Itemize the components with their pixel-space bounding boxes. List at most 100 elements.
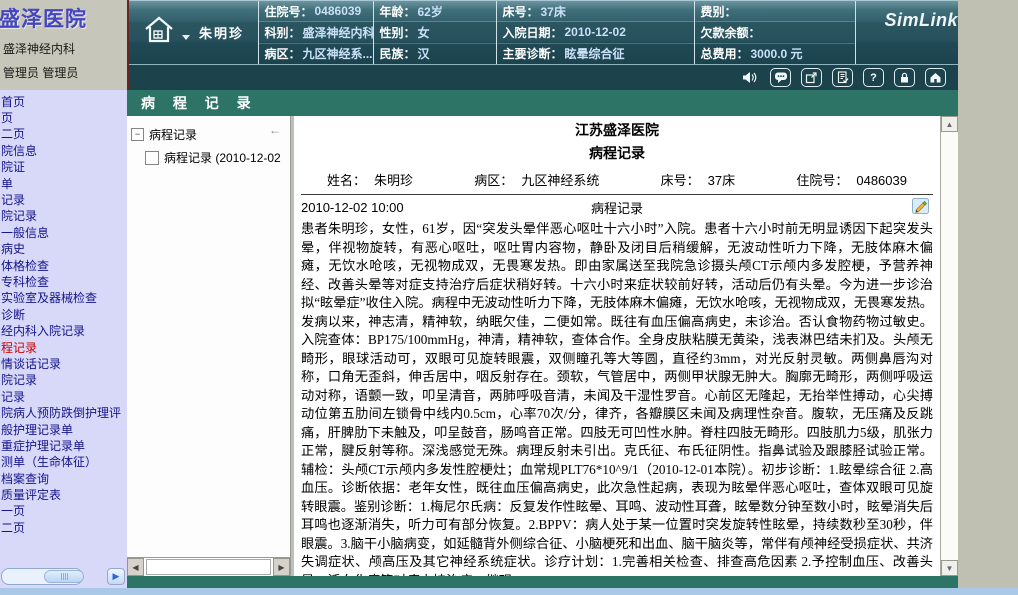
field-label: 姓名： — [327, 173, 366, 188]
patient-field-value: 37床 — [541, 3, 566, 20]
lock-icon[interactable] — [894, 68, 915, 87]
patient-field: 科别：盛泽神经内科 — [259, 22, 373, 43]
patient-name-tab: 朱明珍 — [199, 23, 244, 42]
home-nav-button[interactable]: 朱明珍 — [129, 1, 258, 64]
sidebar-item[interactable]: 记录 — [1, 191, 127, 207]
sidebar-item[interactable]: 记录 — [1, 388, 127, 404]
content-area: ← − 病程记录 病程记录 (2010-12-02 ◀ ▶ 江苏盛泽医院 — [127, 116, 958, 576]
sidebar-item[interactable]: 一页 — [1, 503, 127, 519]
sidebar-scroll-track[interactable] — [1, 568, 83, 585]
sidebar-item[interactable]: 院信息 — [1, 142, 127, 158]
patient-field-label: 科别： — [264, 24, 300, 41]
window-bottom-strip — [0, 588, 1018, 595]
scroll-down-icon[interactable]: ▼ — [941, 560, 958, 576]
speaker-icon[interactable] — [738, 68, 760, 87]
patient-field-value: 眩晕综合征 — [565, 45, 625, 62]
patient-field: 欠款余额： — [695, 22, 855, 43]
field-value: 九区神经系统 — [521, 173, 599, 188]
sidebar-item[interactable]: 档案查询 — [1, 470, 127, 486]
patient-field-label: 民族： — [379, 45, 415, 62]
info-column-2: 年龄：62岁 性别：女 民族：汉 — [374, 1, 497, 64]
sidebar-item[interactable]: 二页 — [1, 126, 127, 142]
sidebar-scroll-thumb[interactable] — [44, 570, 84, 583]
tree-root-node[interactable]: − 病程记录 — [131, 126, 288, 143]
sidebar-item[interactable]: 般护理记录单 — [1, 421, 127, 437]
patient-field-label: 性别： — [379, 24, 415, 41]
bottom-green-bar — [127, 576, 958, 588]
document-vscrollbar[interactable]: ▲ ▼ — [940, 116, 958, 576]
tree-checkbox[interactable] — [145, 151, 159, 165]
sidebar-item[interactable]: 体格检查 — [1, 257, 127, 273]
tree-scroll-track[interactable] — [146, 559, 271, 575]
chevron-down-icon — [182, 35, 190, 40]
field-label: 床号： — [661, 173, 700, 188]
sidebar-item[interactable]: 实验室及器械检查 — [1, 290, 127, 306]
document-patient-field: 住院号：0486039 — [796, 170, 907, 189]
patient-field-value: 女 — [418, 24, 430, 41]
sidebar-item[interactable]: 首页 — [1, 93, 127, 109]
sidebar-item[interactable]: 院病人预防跌倒护理评 — [1, 404, 127, 420]
scroll-right-icon[interactable]: ▶ — [107, 568, 125, 585]
patient-field-label: 入院日期： — [502, 24, 562, 41]
record-title: 病程记录 — [301, 198, 933, 217]
info-column-1: 住院号：0486039 科别：盛泽神经内科 病区：九区神经系... — [259, 1, 374, 64]
document-panel: 江苏盛泽医院 病程记录 姓名：朱明珍 病区：九区神经系统 床号：37 — [294, 116, 940, 576]
patient-field-label: 费别： — [700, 3, 736, 20]
scroll-right-icon[interactable]: ▶ — [273, 558, 290, 576]
patient-field-value: 0486039 — [315, 4, 362, 18]
scroll-left-icon[interactable]: ◀ — [127, 558, 144, 576]
sidebar-item[interactable]: 经内科入院记录 — [1, 322, 127, 338]
sidebar-item[interactable]: 院记录 — [1, 208, 127, 224]
sidebar-item[interactable]: 情谈话记录 — [1, 355, 127, 371]
patient-field-value: 62岁 — [418, 3, 443, 20]
patient-field: 住院号：0486039 — [259, 1, 373, 22]
patient-field-label: 病区： — [264, 45, 300, 62]
home-icon[interactable] — [925, 68, 946, 87]
edit-record-icon[interactable] — [912, 198, 929, 217]
sidebar-hscrollbar: ▶ — [1, 568, 125, 585]
scroll-up-icon[interactable]: ▲ — [941, 116, 958, 132]
field-label: 病区： — [474, 173, 513, 188]
sidebar-item[interactable]: 一般信息 — [1, 224, 127, 240]
tree-collapse-icon[interactable]: − — [131, 128, 144, 141]
patient-field: 民族：汉 — [374, 44, 496, 64]
help-icon[interactable]: ? — [863, 68, 884, 87]
patient-field-value: 盛泽神经内科 — [303, 24, 374, 41]
document-edit-icon[interactable] — [832, 68, 853, 87]
patient-field-label: 总费用： — [700, 45, 748, 62]
field-label: 住院号： — [796, 173, 848, 188]
info-column-4: 费别： 欠款余额： 总费用：3000.0 元 — [695, 1, 855, 64]
tree-child-node[interactable]: 病程记录 (2010-12-02 — [145, 149, 288, 166]
home-large-icon — [141, 14, 177, 51]
sidebar-item[interactable]: 院证 — [1, 159, 127, 175]
info-column-3: 床号：37床 入院日期：2010-12-02 主要诊断：眩晕综合征 — [497, 1, 695, 64]
main-area: 病 程 记 录 ← − 病程记录 病程记录 (2010-12-02 ◀ ▶ — [127, 90, 958, 588]
patient-field: 病区：九区神经系... — [259, 44, 373, 64]
patient-field-value: 2010-12-02 — [565, 25, 626, 39]
sidebar-item[interactable]: 院记录 — [1, 372, 127, 388]
sidebar-item[interactable]: 诊断 — [1, 306, 127, 322]
document-patient-field: 姓名：朱明珍 — [327, 170, 413, 189]
patient-field-label: 床号： — [502, 3, 538, 20]
sidebar-item[interactable]: 重症护理记录单 — [1, 437, 127, 453]
right-empty-area — [958, 0, 1018, 588]
patient-info-grid: 住院号：0486039 科别：盛泽神经内科 病区：九区神经系... — [258, 1, 958, 64]
tree-hscrollbar: ◀ ▶ — [127, 557, 290, 576]
user-label: 管理员 管理员 — [3, 64, 127, 81]
sidebar-item[interactable]: 程记录 — [1, 339, 127, 355]
sidebar-item[interactable]: 质量评定表 — [1, 486, 127, 502]
patient-header: 朱明珍 住院号：0486039 科别：盛泽神经内科 病区 — [127, 0, 958, 90]
sidebar-item[interactable]: 测单（生命体征） — [1, 454, 127, 470]
popup-window-icon[interactable] — [801, 68, 822, 87]
sidebar-nav: 首页 页 二页 院信息 院证 单 记录 院记录 一般信息 病史 体格检查 专科检… — [0, 90, 127, 595]
patient-field: 年龄：62岁 — [374, 1, 496, 22]
simlink-logo: SimLink — [855, 1, 958, 64]
sidebar-item[interactable]: 专科检查 — [1, 273, 127, 289]
patient-field-label: 住院号： — [264, 3, 312, 20]
sidebar-item[interactable]: 单 — [1, 175, 127, 191]
sidebar-item[interactable]: 二页 — [1, 519, 127, 535]
message-icon[interactable] — [770, 68, 791, 87]
sidebar-item[interactable]: 页 — [1, 109, 127, 125]
sidebar-item[interactable]: 病史 — [1, 241, 127, 257]
patient-field-label: 欠款余额： — [700, 24, 760, 41]
